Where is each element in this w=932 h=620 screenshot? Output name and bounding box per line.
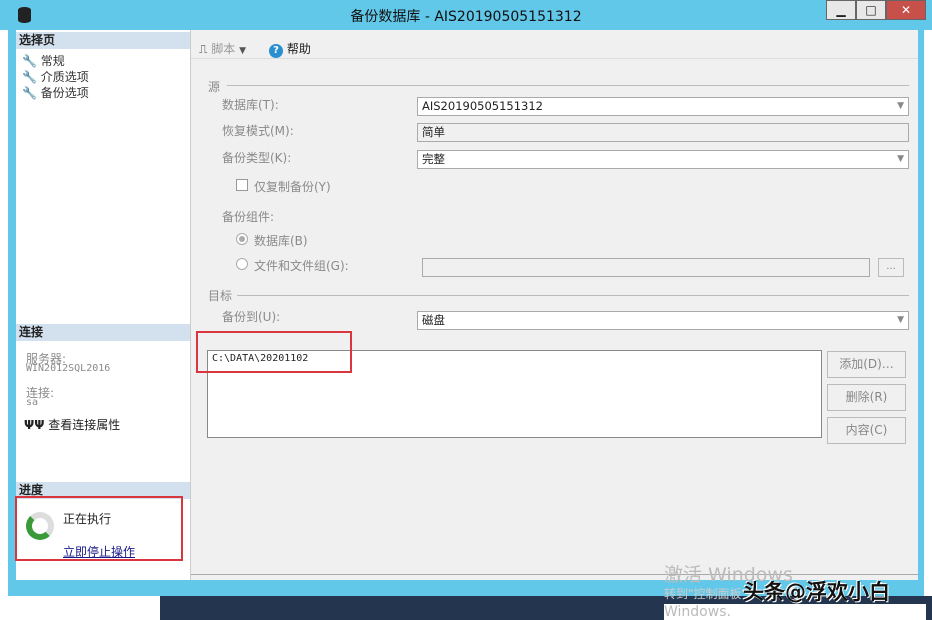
script-label: 脚本 [211, 42, 235, 56]
select-page-header: 选择页 [16, 32, 190, 49]
component-files-label: 文件和文件组(G): [254, 257, 349, 274]
close-button[interactable]: ✕ [886, 0, 926, 20]
page-label: 介质选项 [41, 70, 89, 84]
backup-type-value: 完整 [422, 152, 445, 166]
database-select[interactable]: AIS20190505151312 ▼ [417, 97, 909, 116]
backup-to-value: 磁盘 [422, 313, 445, 327]
backup-type-select[interactable]: 完整 ▼ [417, 150, 909, 169]
chevron-down-icon: ▼ [239, 46, 246, 56]
activation-windows: Windows. [664, 604, 926, 620]
window-title: 备份数据库 - AIS20190505151312 [0, 6, 932, 26]
recovery-field: 简单 [417, 123, 909, 142]
page-label: 常规 [41, 54, 65, 68]
script-button[interactable]: ⎍ 脚本 ▼ [199, 40, 246, 57]
minimize-button[interactable]: ▁ [826, 0, 856, 20]
connection-value: sa [26, 397, 38, 408]
database-label: 数据库(T): [222, 96, 279, 113]
add-button[interactable]: 添加(D)… [827, 351, 906, 378]
page-backup-options[interactable]: 🔧 备份选项 [16, 84, 190, 100]
view-connection-properties[interactable]: ΨΨ 查看连接属性 [24, 416, 120, 433]
wrench-icon: 🔧 [22, 54, 37, 68]
component-database-radio[interactable] [236, 233, 248, 245]
wrench-icon: 🔧 [22, 86, 37, 100]
toolbar-divider [191, 58, 918, 59]
remove-button[interactable]: 删除(R) [827, 384, 906, 411]
connection-header: 连接 [16, 324, 190, 341]
component-files-radio[interactable] [236, 258, 248, 270]
browse-button[interactable]: ... [878, 258, 904, 277]
backup-type-label: 备份类型(K): [222, 149, 291, 166]
page-label: 备份选项 [41, 86, 89, 100]
destination-header: 目标 [208, 287, 232, 304]
copy-only-label: 仅复制备份(Y) [254, 178, 331, 195]
copy-only-checkbox[interactable] [236, 179, 248, 191]
view-props-label: 查看连接属性 [48, 418, 120, 432]
backup-to-select[interactable]: 磁盘 ▼ [417, 311, 909, 330]
help-icon: ? [269, 44, 283, 58]
script-icon: ⎍ [199, 42, 207, 56]
divider [237, 295, 909, 296]
activation-subtext: 转到"控制面板" [664, 585, 747, 602]
component-label: 备份组件: [222, 208, 274, 225]
page-media-options[interactable]: 🔧 介质选项 [16, 68, 190, 84]
chevron-down-icon: ▼ [897, 98, 904, 115]
database-value: AIS20190505151312 [422, 99, 543, 113]
divider [227, 85, 909, 86]
page-general[interactable]: 🔧 常规 [16, 52, 190, 68]
right-panel: ⎍ 脚本 ▼ ? 帮助 源 数据库(T): AIS20190505151312 ▼… [191, 30, 918, 580]
highlight-box [196, 331, 352, 373]
chevron-down-icon: ▼ [897, 312, 904, 329]
plug-icon: ΨΨ [24, 418, 44, 432]
server-value: WIN2012SQL2016 [26, 363, 110, 374]
source-watermark: 头条@浮欢小白 [743, 576, 890, 606]
highlight-box [15, 496, 183, 561]
help-label: 帮助 [287, 42, 311, 56]
maximize-button[interactable]: □ [856, 0, 886, 20]
chevron-down-icon: ▼ [897, 151, 904, 168]
contents-button[interactable]: 内容(C) [827, 417, 906, 444]
backup-to-label: 备份到(U): [222, 308, 280, 325]
component-database-label: 数据库(B) [254, 232, 308, 249]
footer-divider [191, 574, 918, 575]
wrench-icon: 🔧 [22, 70, 37, 84]
help-button[interactable]: ? 帮助 [269, 40, 311, 58]
source-header: 源 [208, 78, 220, 95]
recovery-label: 恢复模式(M): [222, 122, 294, 139]
title-bar: 备份数据库 - AIS20190505151312 ▁ □ ✕ [0, 0, 932, 30]
files-field [422, 258, 870, 277]
